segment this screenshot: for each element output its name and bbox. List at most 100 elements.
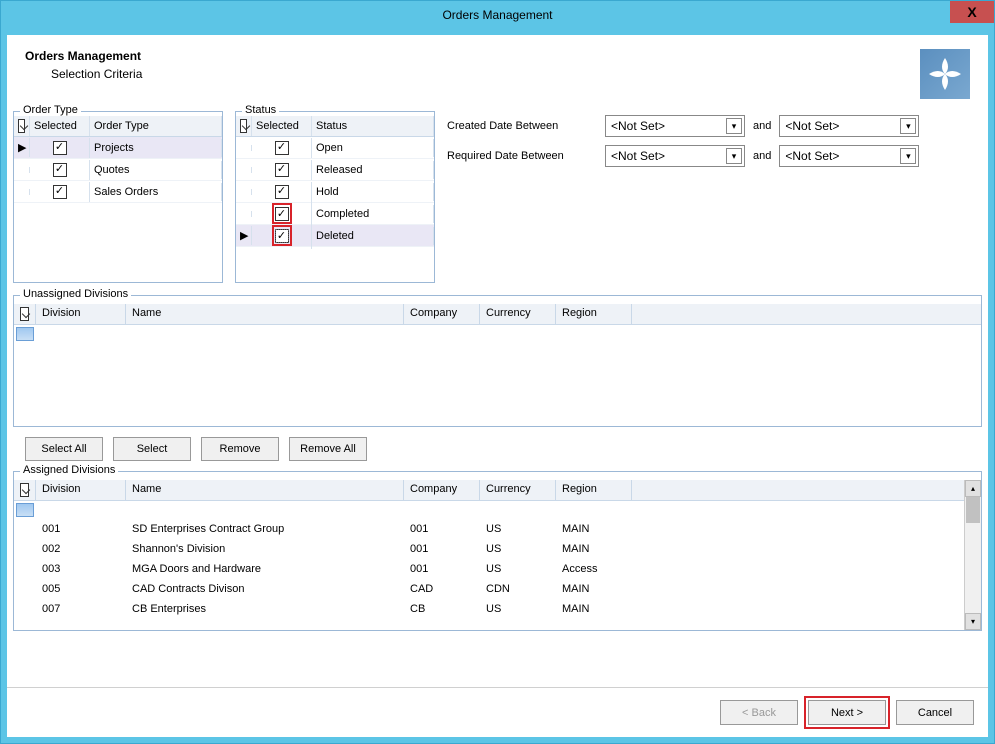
order-type-legend: Order Type <box>20 104 81 116</box>
assigned-row-company: 001 <box>404 521 480 537</box>
status-row[interactable]: Released <box>236 159 434 181</box>
status-header-checkbox[interactable] <box>240 119 247 133</box>
select-button[interactable]: Select <box>113 437 191 461</box>
order-type-row-label: Sales Orders <box>90 183 222 201</box>
assigned-row-company: CB <box>404 601 480 617</box>
unassigned-header-checkbox[interactable] <box>20 307 29 321</box>
assigned-row-division: 007 <box>36 601 126 617</box>
created-date-label: Created Date Between <box>447 120 597 132</box>
created-and-label: and <box>753 120 771 132</box>
scroll-up-icon[interactable]: ▴ <box>965 480 981 497</box>
unassigned-col-company[interactable]: Company <box>404 304 480 324</box>
order-type-row-checkbox[interactable] <box>53 163 67 177</box>
assigned-row-company: 001 <box>404 561 480 577</box>
assigned-row-division: 001 <box>36 521 126 537</box>
assigned-col-division[interactable]: Division <box>36 480 126 500</box>
assigned-row-name: SD Enterprises Contract Group <box>126 521 404 537</box>
status-row-label: Open <box>312 139 434 157</box>
app-logo-icon <box>920 49 970 99</box>
status-row-checkbox[interactable] <box>275 207 289 221</box>
unassigned-col-name[interactable]: Name <box>126 304 404 324</box>
assigned-row-currency: CDN <box>480 581 556 597</box>
assigned-legend: Assigned Divisions <box>20 464 118 476</box>
status-row-checkbox[interactable] <box>275 229 289 243</box>
cancel-button[interactable]: Cancel <box>896 700 974 725</box>
assigned-row-name: MGA Doors and Hardware <box>126 561 404 577</box>
page-subtitle: Selection Criteria <box>25 67 142 81</box>
status-group: Status Selected Status Open Released Hol… <box>235 111 435 283</box>
assigned-row-region: MAIN <box>556 521 632 537</box>
window-title: Orders Management <box>442 8 552 22</box>
assigned-divisions-group: Assigned Divisions Division Name Company… <box>13 471 982 631</box>
assigned-col-company[interactable]: Company <box>404 480 480 500</box>
assigned-row-currency: US <box>480 601 556 617</box>
assigned-division-row[interactable]: 007 CB Enterprises CB US MAIN <box>14 599 964 619</box>
assigned-col-currency[interactable]: Currency <box>480 480 556 500</box>
order-type-col-type[interactable]: Order Type <box>90 116 222 136</box>
unassigned-col-currency[interactable]: Currency <box>480 304 556 324</box>
order-type-col-selected[interactable]: Selected <box>30 116 90 136</box>
required-and-label: and <box>753 150 771 162</box>
chevron-down-icon: ▾ <box>900 118 916 134</box>
scroll-thumb[interactable] <box>966 497 980 523</box>
order-type-header-checkbox[interactable] <box>18 119 25 133</box>
assigned-header-checkbox[interactable] <box>20 483 29 497</box>
assigned-row-division: 005 <box>36 581 126 597</box>
assigned-row-division: 003 <box>36 561 126 577</box>
close-button[interactable]: X <box>950 1 994 23</box>
assigned-row-name: Shannon's Division <box>126 541 404 557</box>
assigned-row-currency: US <box>480 561 556 577</box>
row-indicator-icon <box>236 211 252 217</box>
status-row[interactable]: Open <box>236 137 434 159</box>
status-legend: Status <box>242 104 279 116</box>
status-row-checkbox[interactable] <box>275 141 289 155</box>
order-type-row[interactable]: ▶ Projects <box>14 137 222 159</box>
scroll-down-icon[interactable]: ▾ <box>965 613 981 630</box>
chevron-down-icon: ▾ <box>726 148 742 164</box>
back-button[interactable]: < Back <box>720 700 798 725</box>
row-indicator-icon: ▶ <box>236 226 252 245</box>
status-row-label: Hold <box>312 183 434 201</box>
created-date-to-combo[interactable]: <Not Set>▾ <box>779 115 919 137</box>
status-row-checkbox[interactable] <box>275 163 289 177</box>
assigned-division-row[interactable]: 003 MGA Doors and Hardware 001 US Access <box>14 559 964 579</box>
status-row-label: Released <box>312 161 434 179</box>
select-all-button[interactable]: Select All <box>25 437 103 461</box>
assigned-col-region[interactable]: Region <box>556 480 632 500</box>
assigned-col-name[interactable]: Name <box>126 480 404 500</box>
status-col-status[interactable]: Status <box>312 116 434 136</box>
row-indicator-icon <box>236 189 252 195</box>
required-date-to-combo[interactable]: <Not Set>▾ <box>779 145 919 167</box>
status-row[interactable]: ▶ Deleted <box>236 225 434 247</box>
assigned-row-region: MAIN <box>556 601 632 617</box>
created-date-from-combo[interactable]: <Not Set>▾ <box>605 115 745 137</box>
assigned-division-row[interactable]: 005 CAD Contracts Divison CAD CDN MAIN <box>14 579 964 599</box>
status-row-checkbox[interactable] <box>275 185 289 199</box>
remove-all-button[interactable]: Remove All <box>289 437 367 461</box>
order-type-row-checkbox[interactable] <box>53 185 67 199</box>
chevron-down-icon: ▾ <box>726 118 742 134</box>
unassigned-filter-row[interactable] <box>14 325 981 343</box>
order-type-row-checkbox[interactable] <box>53 141 67 155</box>
order-type-row-label: Projects <box>90 139 222 157</box>
assigned-row-name: CAD Contracts Divison <box>126 581 404 597</box>
order-type-row[interactable]: Sales Orders <box>14 181 222 203</box>
order-type-row[interactable]: Quotes <box>14 159 222 181</box>
assigned-filter-row[interactable] <box>14 501 964 519</box>
unassigned-col-division[interactable]: Division <box>36 304 126 324</box>
status-col-selected[interactable]: Selected <box>252 116 312 136</box>
assigned-row-company: CAD <box>404 581 480 597</box>
required-date-from-combo[interactable]: <Not Set>▾ <box>605 145 745 167</box>
assigned-scrollbar[interactable]: ▴ ▾ <box>964 480 981 630</box>
assigned-row-currency: US <box>480 541 556 557</box>
unassigned-col-region[interactable]: Region <box>556 304 632 324</box>
row-indicator-icon: ▶ <box>14 138 30 157</box>
orders-management-window: Orders Management X Orders Management Se… <box>0 0 995 744</box>
order-type-row-label: Quotes <box>90 161 222 179</box>
next-button[interactable]: Next > <box>808 700 886 725</box>
unassigned-legend: Unassigned Divisions <box>20 288 131 300</box>
assigned-division-row[interactable]: 001 SD Enterprises Contract Group 001 US… <box>14 519 964 539</box>
remove-button[interactable]: Remove <box>201 437 279 461</box>
assigned-division-row[interactable]: 002 Shannon's Division 001 US MAIN <box>14 539 964 559</box>
required-date-label: Required Date Between <box>447 150 597 162</box>
